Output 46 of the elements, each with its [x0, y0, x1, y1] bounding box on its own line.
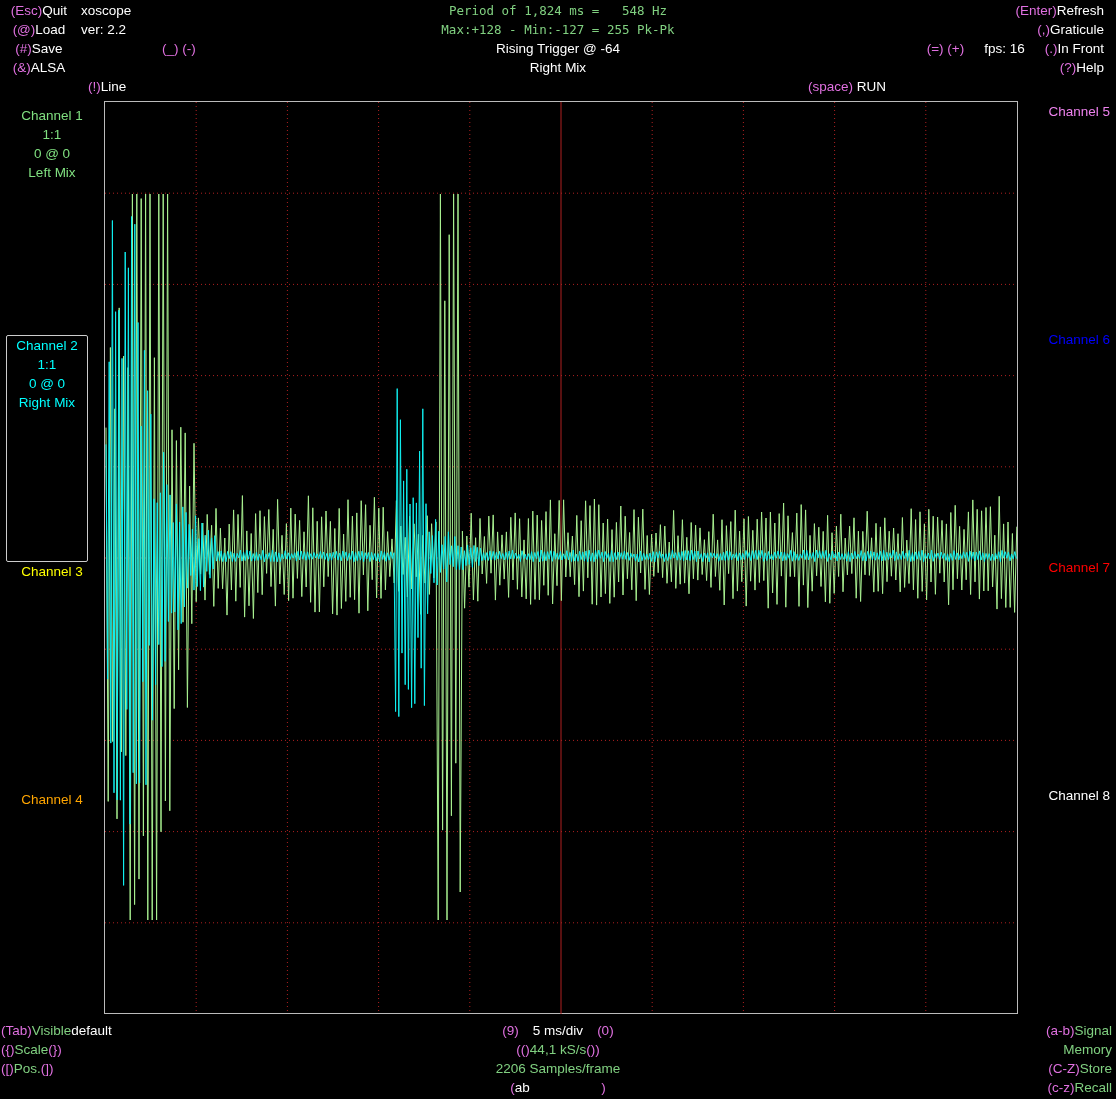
status-text: (@)Load: [11, 22, 67, 37]
status-text: 2206 Samples/frame: [495, 1061, 621, 1076]
status-text: (9): [502, 1023, 519, 1038]
channel-info: 1:1: [42, 126, 62, 144]
status-text: (0): [597, 1023, 614, 1038]
channel-label[interactable]: Channel 4: [21, 790, 83, 809]
status-text: (Tab)Visibledefault: [1, 1023, 112, 1038]
status-text: (.)In Front: [1044, 41, 1104, 56]
status-text: ({)Scale(}): [1, 1042, 62, 1057]
channel-info: Left Mix: [28, 164, 76, 182]
status-text: ver: 2.2: [81, 22, 127, 37]
status-text: (=) (+): [926, 41, 965, 56]
channel-info: 1:1: [37, 356, 57, 374]
status-text: (,)Graticule: [1037, 22, 1104, 37]
channel-label[interactable]: Channel 1: [21, 106, 83, 125]
status-text: (ab ): [510, 1080, 606, 1095]
channel-label[interactable]: Channel 7: [1048, 558, 1110, 577]
channel-label[interactable]: Channel 2: [16, 336, 78, 355]
status-text: (&)ALSA: [11, 60, 67, 75]
status-text: Rising Trigger @ -64: [496, 41, 620, 56]
status-text: Period of 1,824 ms = 548 Hz: [448, 3, 668, 18]
channel-label[interactable]: Channel 3: [21, 562, 83, 581]
channel-label[interactable]: Channel 8: [1048, 786, 1110, 805]
status-text: 5 ms/div: [532, 1023, 584, 1038]
status-text: (()44,1 kS/s()): [516, 1042, 600, 1057]
status-text: (_) (-): [162, 41, 196, 56]
channel-label[interactable]: Channel 5: [1048, 102, 1110, 121]
status-text: ([)Pos.(]): [1, 1061, 54, 1076]
status-text: (a-b)Signal: [1045, 1023, 1112, 1038]
status-text: (?)Help: [1059, 60, 1104, 75]
status-text: Max:+128 - Min:-127 = 255 Pk-Pk: [441, 22, 675, 37]
status-text: xoscope: [81, 3, 132, 18]
status-text: (Esc)Quit: [9, 3, 69, 18]
status-text: (space) RUN: [808, 79, 886, 94]
channel-info: 0 @ 0: [28, 375, 66, 393]
channel-info: Right Mix: [18, 394, 76, 412]
selected-channel-box[interactable]: Channel 2 1:1 0 @ 0 Right Mix: [6, 335, 88, 562]
status-text: (!)Line: [88, 79, 127, 94]
status-text: (c-z)Recall: [1047, 1080, 1112, 1095]
status-text: (#)Save: [14, 41, 64, 56]
channel-info: 0 @ 0: [33, 145, 71, 163]
status-text: (Enter)Refresh: [1015, 3, 1104, 18]
status-text: Memory: [1063, 1042, 1112, 1057]
status-text: (C-Z)Store: [1048, 1061, 1112, 1076]
status-text: fps: 16: [984, 41, 1025, 56]
status-text: Right Mix: [529, 60, 587, 75]
